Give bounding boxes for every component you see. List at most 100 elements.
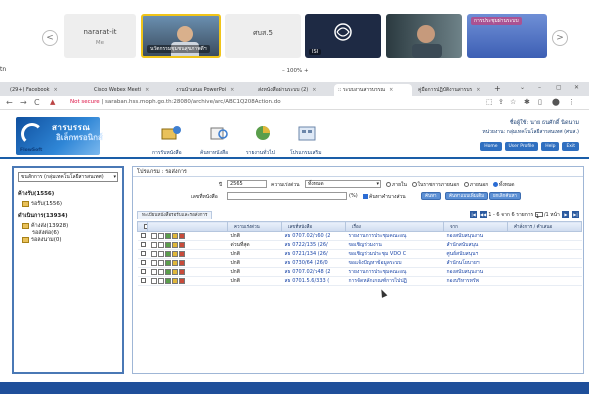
row-subject[interactable]: ขอแจ้งปัญหาข้อมูลระบบ (345, 258, 444, 268)
year-input[interactable]: 2565 (227, 180, 267, 188)
row-subject[interactable]: ขอเชิญร่วมประชุม VDO C (345, 249, 444, 259)
partial-search-toggle[interactable]: ค้นหาคำบางส่วน (363, 193, 406, 201)
row-subject[interactable]: การจัดหลักเกณฑ์การไปปฏิ (345, 276, 444, 286)
tab-send-doc[interactable]: ส่งหนังสือผ่านระบบ (2) × (254, 84, 330, 96)
close-icon[interactable]: × (145, 87, 149, 93)
forward-icon[interactable]: → (20, 98, 27, 107)
first-page-button[interactable]: |◀ (470, 211, 478, 218)
share-icon[interactable]: ⇪ (498, 98, 504, 106)
sidebar-item-sign[interactable]: รอลงนาม(0) (22, 236, 62, 244)
report-icon[interactable] (252, 125, 274, 141)
tab-facebook[interactable]: (29+) Facebook × (6, 84, 86, 96)
back-icon[interactable]: ← (6, 98, 13, 107)
radio-all[interactable] (492, 182, 498, 187)
tab-saraban[interactable]: :: ระบบงานสารบรรณ × (334, 84, 412, 96)
next-page-button[interactable]: ▶ (562, 211, 570, 218)
search-button[interactable]: ค้นหา (421, 192, 441, 200)
sidebar-group-processing[interactable]: ดำเนินการ(13934) (18, 212, 68, 220)
delete-icon[interactable] (178, 277, 185, 284)
table-row[interactable]: ปกติ สธ 0730/64 (26/0 ขอแจ้งปัญหาข้อมูลร… (137, 258, 582, 268)
app-logo[interactable]: สารบรรณ อิเล็กทรอนิกส์ FlowSoft (16, 117, 103, 155)
col-from[interactable]: จาก (443, 221, 508, 232)
forward-icon[interactable] (164, 268, 171, 275)
close-icon[interactable]: × (230, 87, 234, 93)
attach-icon[interactable] (171, 232, 178, 239)
attach-icon[interactable] (171, 241, 178, 248)
attach-icon[interactable] (171, 277, 178, 284)
table-row[interactable]: ปกติ สธ 0707.02/ว48 (2 รายงานการประชุมคณ… (137, 267, 582, 277)
window-close-icon[interactable]: ✕ (574, 84, 579, 91)
view-icon[interactable] (150, 259, 157, 266)
forward-icon[interactable] (164, 241, 171, 248)
close-icon[interactable]: × (312, 87, 316, 93)
menu-receive[interactable]: การรับหนังสือ (152, 149, 182, 157)
view-icon[interactable] (150, 232, 157, 239)
edit-icon[interactable] (157, 268, 164, 275)
view-icon[interactable] (150, 277, 157, 284)
prev-page-button[interactable]: ◀◀ (479, 211, 487, 218)
participant-tile-isi[interactable]: ISI (305, 14, 381, 58)
attach-icon[interactable] (171, 268, 178, 275)
warning-icon[interactable]: ▲ (50, 98, 55, 106)
participant-tile-camera[interactable] (386, 14, 462, 58)
edit-icon[interactable] (157, 277, 164, 284)
exit-link[interactable]: Exit (562, 142, 579, 151)
zoom-out-button[interactable]: – (282, 68, 285, 74)
view-icon[interactable] (150, 250, 157, 257)
extensions-icon[interactable]: ✱ (524, 98, 530, 106)
row-book-no[interactable]: สธ 0721/134 (26/ (281, 249, 346, 259)
row-subject[interactable]: ขอเชิญร่วมงาน (345, 240, 444, 250)
forward-icon[interactable] (164, 232, 171, 239)
user-profile-link[interactable]: User Profile (504, 142, 539, 151)
maximize-icon[interactable]: ▢ (556, 84, 562, 91)
department-select[interactable]: ขนสักการ (กลุ่มเทคโนโลยีสารสนเทศ) ▾ (18, 172, 118, 182)
menu-addon[interactable]: โปรแกรมเสริม (290, 149, 322, 157)
install-icon[interactable]: ⬚ (486, 98, 493, 106)
help-link[interactable]: Help (541, 142, 560, 151)
row-subject[interactable]: รายงานการประชุมคณะอนุ (345, 267, 444, 277)
forward-icon[interactable] (164, 259, 171, 266)
row-book-no[interactable]: สธ 0730/64 (26/0 (281, 258, 346, 268)
close-icon[interactable]: × (54, 87, 58, 93)
table-row[interactable]: ปกติ สธ 0707.02/ว60 (2 รายงานการประชุมคณ… (137, 231, 582, 241)
row-checkbox[interactable] (140, 278, 146, 283)
close-icon[interactable]: × (476, 87, 480, 93)
radio-gov-external[interactable] (411, 182, 417, 187)
sidebar-icon[interactable]: ▯ (538, 98, 542, 106)
participant-tile-room[interactable]: การประชุมผ่านระบบ (467, 14, 547, 58)
menu-report[interactable]: รายงานทั่วไป (246, 149, 275, 157)
edit-icon[interactable] (157, 241, 164, 248)
radio-external[interactable] (463, 182, 469, 187)
advanced-search-button[interactable]: ค้นหาแบบเพิ่มเติม (445, 192, 489, 200)
row-checkbox[interactable] (140, 269, 146, 274)
table-row[interactable]: ปกติ สธ 0701.5.6/333 ( การจัดหลักเกณฑ์กา… (137, 276, 582, 286)
prev-participants-button[interactable]: < (42, 30, 58, 46)
participant-tile-speaker[interactable]: นวัตกรรมชุมชนสุขภาพดีฯ (141, 14, 221, 58)
delete-icon[interactable] (178, 232, 185, 239)
row-book-no[interactable]: สธ 0722/135 (26/ (281, 240, 346, 250)
search-doc-icon[interactable] (208, 125, 230, 141)
sidebar-item-waiting-receive[interactable]: รอรับ(1556) (22, 200, 62, 208)
select-all-checkbox[interactable] (144, 223, 147, 229)
priority-select[interactable]: ทั้งหมด ▾ (305, 180, 381, 188)
zoom-control[interactable]: – 100% + (282, 68, 309, 74)
table-row[interactable]: ด่วนที่สุด สธ 0722/135 (26/ ขอเชิญร่วมงา… (137, 240, 582, 250)
row-subject[interactable]: รายงานการประชุมคณะอนุ (345, 231, 444, 241)
sidebar-group-pending[interactable]: ค้างรับ(1556) (18, 190, 54, 198)
tab-search-icon[interactable]: ⌄ (520, 84, 525, 91)
participant-tile-self[interactable]: nararat-it Me (64, 14, 136, 58)
delete-icon[interactable] (178, 241, 185, 248)
radio-internal[interactable] (386, 182, 391, 187)
col-action[interactable]: คำสั่งการ / คำเสนอ (507, 221, 582, 232)
delete-icon[interactable] (178, 250, 185, 257)
row-checkbox[interactable] (140, 233, 146, 238)
new-tab-button[interactable]: + (494, 84, 501, 93)
tab-register-list[interactable]: ทะเบียนหนังสือรอรับและรอส่งการ (137, 211, 213, 219)
attach-icon[interactable] (171, 259, 178, 266)
home-link[interactable]: Home (480, 142, 502, 151)
book-no-input[interactable] (227, 192, 347, 200)
profile-icon[interactable]: ⬤ (552, 98, 560, 106)
participant-tile-sbs5[interactable]: ศบส.5 (225, 14, 301, 58)
edit-icon[interactable] (157, 259, 164, 266)
url-field[interactable]: Not secure | saraban.hss.moph.go.th:2808… (70, 99, 281, 105)
